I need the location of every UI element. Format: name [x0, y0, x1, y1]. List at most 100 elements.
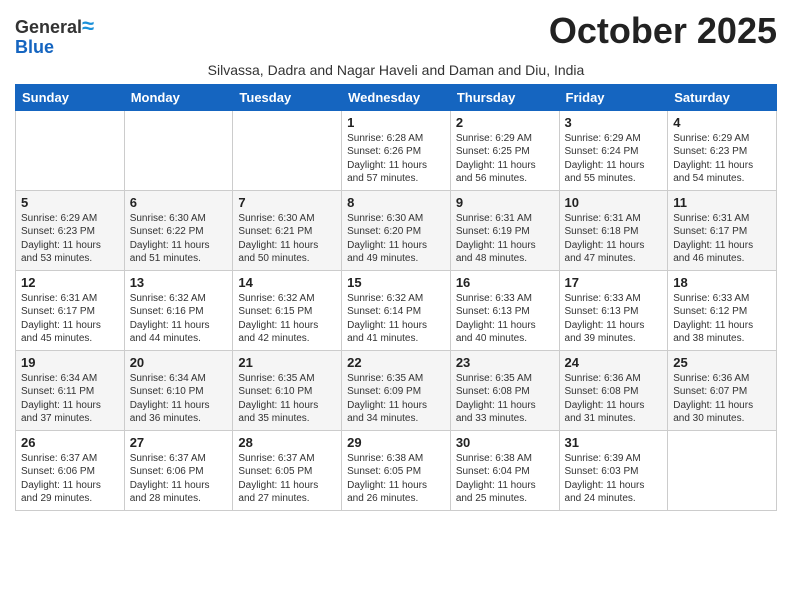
day-info: Sunrise: 6:33 AM Sunset: 6:12 PM Dayligh…	[673, 292, 771, 346]
day-number: 4	[673, 115, 771, 130]
calendar-cell: 1 Sunrise: 6:28 AM Sunset: 6:26 PM Daylig…	[342, 110, 451, 190]
day-number: 9	[456, 195, 554, 210]
day-info: Sunrise: 6:36 AM Sunset: 6:07 PM Dayligh…	[673, 372, 771, 426]
day-info: Sunrise: 6:29 AM Sunset: 6:23 PM Dayligh…	[673, 132, 771, 186]
calendar-cell: 13Sunrise: 6:32 AM Sunset: 6:16 PM Dayli…	[124, 270, 233, 350]
day-info: Sunrise: 6:37 AM Sunset: 6:05 PM Dayligh…	[238, 452, 336, 506]
calendar-cell	[233, 110, 342, 190]
calendar-cell: 4 Sunrise: 6:29 AM Sunset: 6:23 PM Daylig…	[668, 110, 777, 190]
calendar-cell: 11Sunrise: 6:31 AM Sunset: 6:17 PM Dayli…	[668, 190, 777, 270]
calendar-cell: 28 Sunrise: 6:37 AM Sunset: 6:05 PM Dayli…	[233, 430, 342, 510]
day-info: Sunrise: 6:37 AM Sunset: 6:06 PM Dayligh…	[21, 452, 119, 506]
day-info: Sunrise: 6:31 AM Sunset: 6:17 PM Dayligh…	[21, 292, 119, 346]
calendar-week-row: 19 Sunrise: 6:34 AM Sunset: 6:11 PM Dayli…	[16, 350, 777, 430]
day-number: 7	[238, 195, 336, 210]
weekday-header-sunday: Sunday	[16, 84, 125, 110]
day-info: Sunrise: 6:29 AM Sunset: 6:24 PM Dayligh…	[565, 132, 663, 186]
day-info: Sunrise: 6:30 AM Sunset: 6:20 PM Dayligh…	[347, 212, 445, 266]
day-info: Sunrise: 6:34 AM Sunset: 6:10 PM Dayligh…	[130, 372, 228, 426]
calendar-cell: 22 Sunrise: 6:35 AM Sunset: 6:09 PM Dayli…	[342, 350, 451, 430]
logo-general: General	[15, 17, 82, 37]
weekday-header-friday: Friday	[559, 84, 668, 110]
calendar-cell: 27 Sunrise: 6:37 AM Sunset: 6:06 PM Dayli…	[124, 430, 233, 510]
logo: General≈ Blue	[15, 14, 94, 58]
day-info: Sunrise: 6:35 AM Sunset: 6:08 PM Dayligh…	[456, 372, 554, 426]
day-number: 25	[673, 355, 771, 370]
month-title: October 2025	[549, 10, 777, 52]
calendar-cell: 8Sunrise: 6:30 AM Sunset: 6:20 PM Daylig…	[342, 190, 451, 270]
day-number: 24	[565, 355, 663, 370]
calendar-cell: 12 Sunrise: 6:31 AM Sunset: 6:17 PM Dayli…	[16, 270, 125, 350]
calendar-cell: 18Sunrise: 6:33 AM Sunset: 6:12 PM Dayli…	[668, 270, 777, 350]
calendar-week-row: 5 Sunrise: 6:29 AM Sunset: 6:23 PM Daylig…	[16, 190, 777, 270]
day-number: 6	[130, 195, 228, 210]
day-info: Sunrise: 6:33 AM Sunset: 6:13 PM Dayligh…	[565, 292, 663, 346]
calendar-cell: 15 Sunrise: 6:32 AM Sunset: 6:14 PM Dayli…	[342, 270, 451, 350]
calendar-cell: 29 Sunrise: 6:38 AM Sunset: 6:05 PM Dayli…	[342, 430, 451, 510]
calendar-cell: 2Sunrise: 6:29 AM Sunset: 6:25 PM Daylig…	[450, 110, 559, 190]
weekday-header-thursday: Thursday	[450, 84, 559, 110]
calendar-cell: 17 Sunrise: 6:33 AM Sunset: 6:13 PM Dayli…	[559, 270, 668, 350]
weekday-header-tuesday: Tuesday	[233, 84, 342, 110]
day-number: 1	[347, 115, 445, 130]
day-info: Sunrise: 6:33 AM Sunset: 6:13 PM Dayligh…	[456, 292, 554, 346]
day-info: Sunrise: 6:32 AM Sunset: 6:14 PM Dayligh…	[347, 292, 445, 346]
day-number: 20	[130, 355, 228, 370]
logo-wave-icon: ≈	[82, 13, 94, 38]
day-info: Sunrise: 6:35 AM Sunset: 6:10 PM Dayligh…	[238, 372, 336, 426]
day-info: Sunrise: 6:30 AM Sunset: 6:22 PM Dayligh…	[130, 212, 228, 266]
day-info: Sunrise: 6:38 AM Sunset: 6:04 PM Dayligh…	[456, 452, 554, 506]
day-number: 5	[21, 195, 119, 210]
calendar-cell: 9 Sunrise: 6:31 AM Sunset: 6:19 PM Daylig…	[450, 190, 559, 270]
calendar-cell: 14Sunrise: 6:32 AM Sunset: 6:15 PM Dayli…	[233, 270, 342, 350]
calendar-subtitle: Silvassa, Dadra and Nagar Haveli and Dam…	[15, 62, 777, 78]
day-number: 11	[673, 195, 771, 210]
calendar-cell: 31 Sunrise: 6:39 AM Sunset: 6:03 PM Dayli…	[559, 430, 668, 510]
weekday-header-saturday: Saturday	[668, 84, 777, 110]
weekday-header-row: SundayMondayTuesdayWednesdayThursdayFrid…	[16, 84, 777, 110]
day-number: 10	[565, 195, 663, 210]
calendar-cell: 3 Sunrise: 6:29 AM Sunset: 6:24 PM Daylig…	[559, 110, 668, 190]
day-info: Sunrise: 6:29 AM Sunset: 6:23 PM Dayligh…	[21, 212, 119, 266]
calendar-cell: 26 Sunrise: 6:37 AM Sunset: 6:06 PM Dayli…	[16, 430, 125, 510]
day-info: Sunrise: 6:36 AM Sunset: 6:08 PM Dayligh…	[565, 372, 663, 426]
day-number: 22	[347, 355, 445, 370]
day-number: 16	[456, 275, 554, 290]
calendar-cell: 7 Sunrise: 6:30 AM Sunset: 6:21 PM Daylig…	[233, 190, 342, 270]
day-info: Sunrise: 6:34 AM Sunset: 6:11 PM Dayligh…	[21, 372, 119, 426]
day-info: Sunrise: 6:28 AM Sunset: 6:26 PM Dayligh…	[347, 132, 445, 186]
day-number: 15	[347, 275, 445, 290]
day-info: Sunrise: 6:31 AM Sunset: 6:19 PM Dayligh…	[456, 212, 554, 266]
calendar-week-row: 1 Sunrise: 6:28 AM Sunset: 6:26 PM Daylig…	[16, 110, 777, 190]
calendar-body: 1 Sunrise: 6:28 AM Sunset: 6:26 PM Daylig…	[16, 110, 777, 510]
day-number: 31	[565, 435, 663, 450]
day-number: 28	[238, 435, 336, 450]
day-number: 17	[565, 275, 663, 290]
day-info: Sunrise: 6:30 AM Sunset: 6:21 PM Dayligh…	[238, 212, 336, 266]
logo-blue: Blue	[15, 38, 94, 58]
day-number: 26	[21, 435, 119, 450]
calendar-cell	[668, 430, 777, 510]
weekday-header-monday: Monday	[124, 84, 233, 110]
calendar-cell: 20 Sunrise: 6:34 AM Sunset: 6:10 PM Dayli…	[124, 350, 233, 430]
day-number: 3	[565, 115, 663, 130]
day-info: Sunrise: 6:37 AM Sunset: 6:06 PM Dayligh…	[130, 452, 228, 506]
day-info: Sunrise: 6:32 AM Sunset: 6:16 PM Dayligh…	[130, 292, 228, 346]
day-number: 29	[347, 435, 445, 450]
day-number: 27	[130, 435, 228, 450]
calendar-cell: 6 Sunrise: 6:30 AM Sunset: 6:22 PM Daylig…	[124, 190, 233, 270]
day-number: 12	[21, 275, 119, 290]
day-info: Sunrise: 6:35 AM Sunset: 6:09 PM Dayligh…	[347, 372, 445, 426]
day-info: Sunrise: 6:39 AM Sunset: 6:03 PM Dayligh…	[565, 452, 663, 506]
calendar-cell: 5 Sunrise: 6:29 AM Sunset: 6:23 PM Daylig…	[16, 190, 125, 270]
calendar-cell: 24 Sunrise: 6:36 AM Sunset: 6:08 PM Dayli…	[559, 350, 668, 430]
calendar-cell: 25 Sunrise: 6:36 AM Sunset: 6:07 PM Dayli…	[668, 350, 777, 430]
day-info: Sunrise: 6:38 AM Sunset: 6:05 PM Dayligh…	[347, 452, 445, 506]
calendar-cell: 30Sunrise: 6:38 AM Sunset: 6:04 PM Dayli…	[450, 430, 559, 510]
day-number: 2	[456, 115, 554, 130]
calendar-table: SundayMondayTuesdayWednesdayThursdayFrid…	[15, 84, 777, 511]
calendar-week-row: 26 Sunrise: 6:37 AM Sunset: 6:06 PM Dayli…	[16, 430, 777, 510]
page-header: General≈ Blue October 2025	[15, 10, 777, 58]
day-number: 19	[21, 355, 119, 370]
day-info: Sunrise: 6:31 AM Sunset: 6:18 PM Dayligh…	[565, 212, 663, 266]
